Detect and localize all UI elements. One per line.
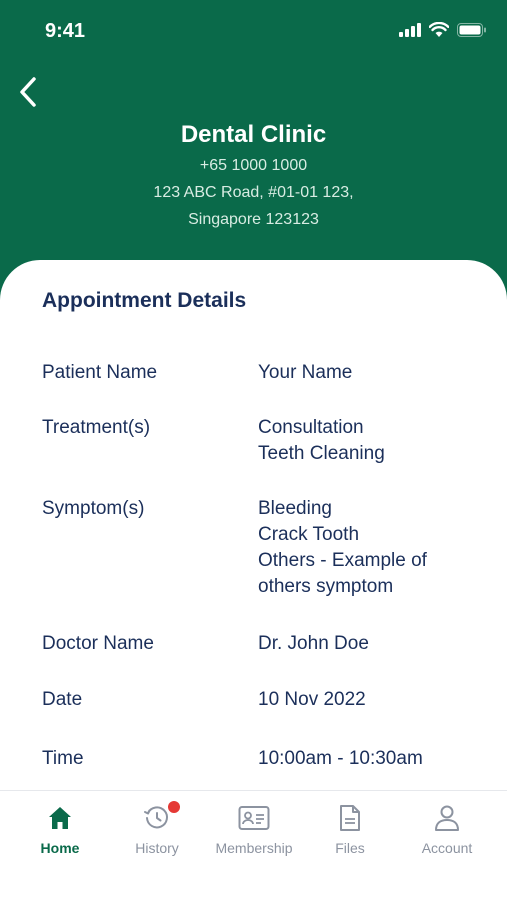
- clinic-address-line1: 123 ABC Road, #01-01 123,: [153, 184, 354, 201]
- clinic-header: 9:41 Dental Clinic +65 1000 1000 123 ABC…: [0, 0, 507, 300]
- symptom-item: Others - Example of: [258, 550, 427, 571]
- symptoms-values: Bleeding Crack Tooth Others - Example of…: [258, 496, 427, 600]
- home-icon: [10, 801, 110, 835]
- symptoms-label: Symptom(s): [42, 498, 145, 519]
- notification-dot: [168, 801, 180, 813]
- back-button[interactable]: [8, 72, 48, 112]
- tab-membership-label: Membership: [215, 840, 293, 856]
- membership-card-icon: [204, 801, 304, 835]
- tab-account[interactable]: Account: [397, 801, 497, 856]
- doctor-name-label: Doctor Name: [42, 633, 154, 654]
- status-icons: [399, 21, 487, 42]
- clinic-name: Dental Clinic: [180, 121, 327, 148]
- tab-account-label: Account: [421, 840, 473, 856]
- file-icon: [300, 801, 400, 835]
- tab-history-label: History: [135, 840, 179, 856]
- time-value: 10:00am - 10:30am: [258, 748, 423, 769]
- patient-name-label: Patient Name: [42, 362, 158, 383]
- wifi-icon: [428, 21, 450, 42]
- patient-name-value: Your Name: [258, 362, 353, 383]
- tab-home-label: Home: [40, 840, 80, 856]
- clinic-info: Dental Clinic +65 1000 1000 123 ABC Road…: [0, 120, 507, 233]
- chevron-left-icon: [20, 77, 36, 107]
- tab-files-label: Files: [335, 840, 365, 856]
- bottom-tab-bar: Home History Membership Files Account: [0, 790, 507, 900]
- tab-files[interactable]: Files: [300, 801, 400, 856]
- treatments-values: Consultation Teeth Cleaning: [258, 415, 385, 467]
- signal-icon: [399, 22, 421, 42]
- treatments-label: Treatment(s): [42, 417, 151, 438]
- clinic-phone[interactable]: +65 1000 1000: [0, 152, 507, 179]
- appointment-details-title: Appointment Details: [42, 289, 247, 312]
- treatment-item: Consultation: [258, 417, 364, 438]
- appointment-details-card: Appointment Details Patient Name Your Na…: [0, 260, 507, 800]
- symptom-item: others symptom: [258, 576, 394, 597]
- tab-home[interactable]: Home: [10, 801, 110, 856]
- clinic-address-line2: Singapore 123123: [188, 211, 319, 228]
- treatment-item: Teeth Cleaning: [258, 443, 385, 464]
- status-bar: 9:41: [0, 0, 507, 60]
- account-icon: [397, 801, 497, 835]
- doctor-name-value: Dr. John Doe: [258, 633, 369, 654]
- status-time: 9:41: [45, 20, 86, 42]
- symptom-item: Crack Tooth: [258, 524, 360, 545]
- date-label: Date: [42, 689, 83, 710]
- time-label: Time: [42, 748, 84, 769]
- battery-icon: [457, 22, 487, 42]
- date-value: 10 Nov 2022: [258, 689, 366, 710]
- history-icon: [107, 801, 207, 835]
- tab-history[interactable]: History: [107, 801, 207, 856]
- symptom-item: Bleeding: [258, 498, 332, 519]
- tab-membership[interactable]: Membership: [204, 801, 304, 856]
